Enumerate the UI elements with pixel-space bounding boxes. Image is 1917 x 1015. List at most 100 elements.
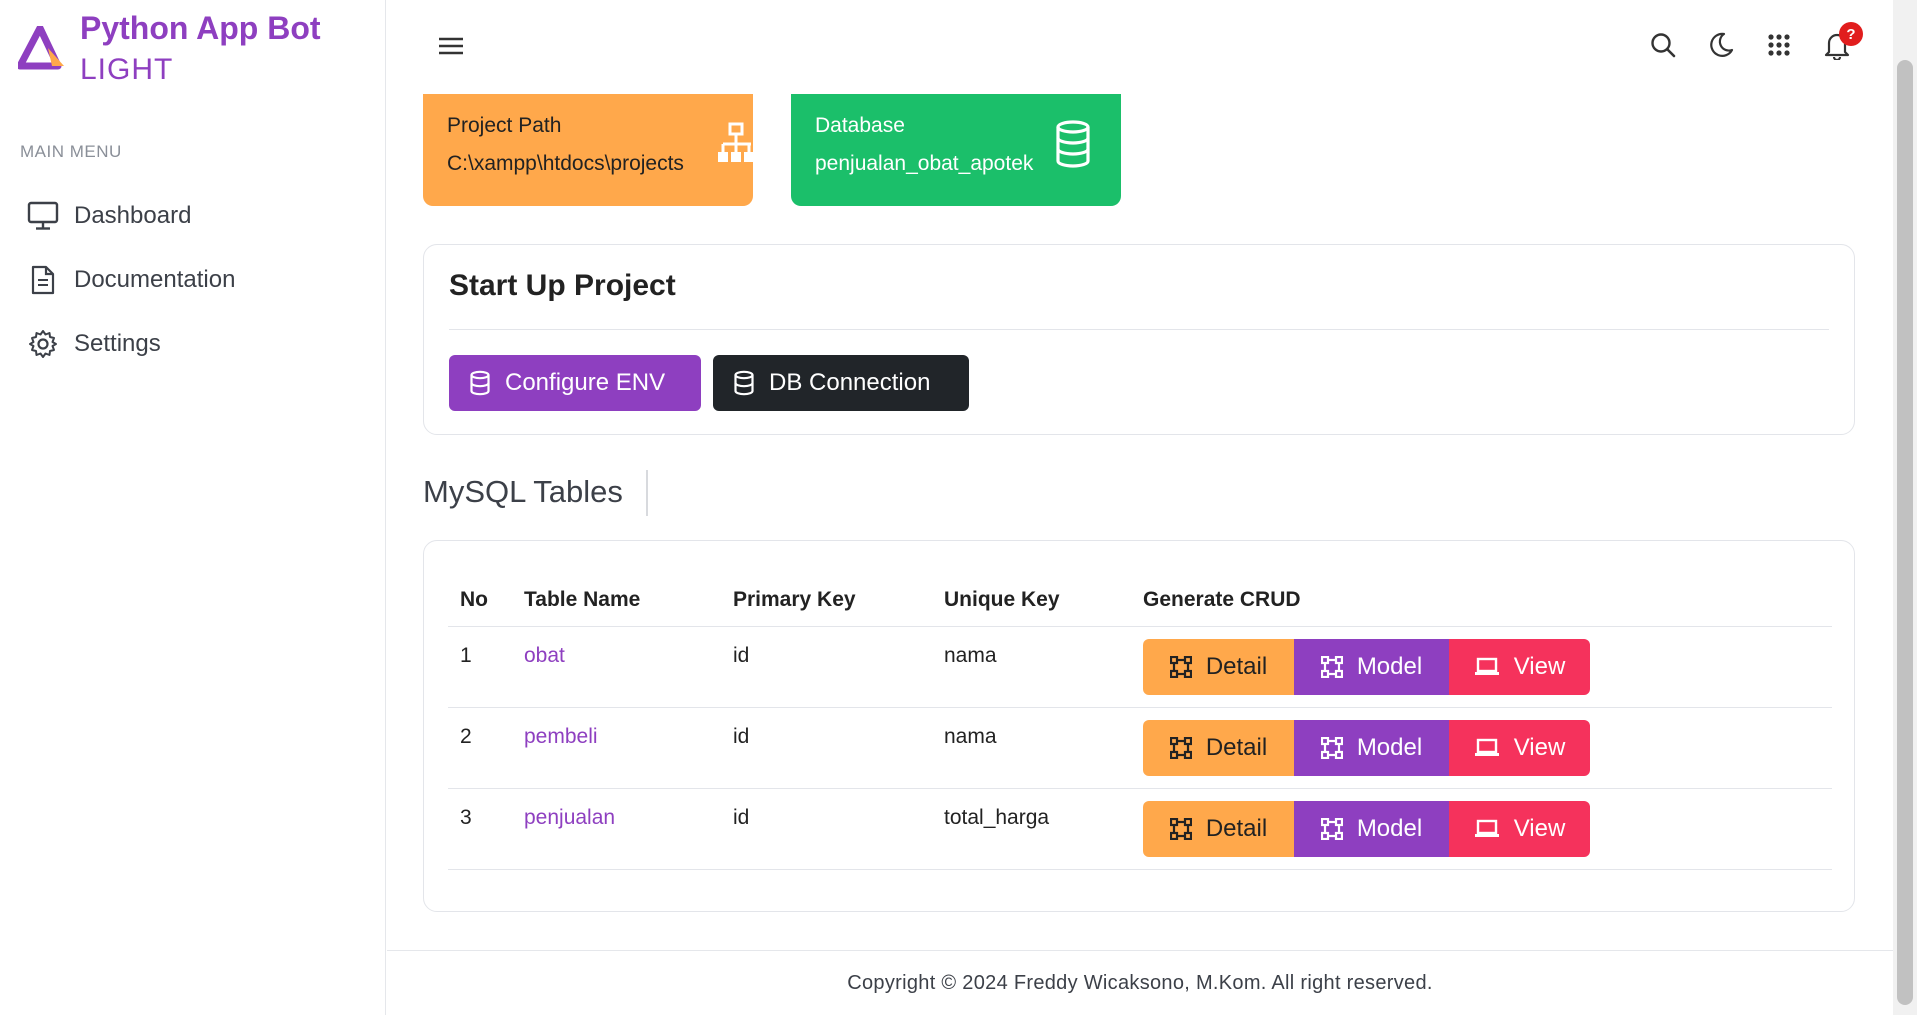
configure-env-button[interactable]: Configure ENV: [449, 355, 701, 411]
crud-button-group: Detail Model View: [1143, 639, 1832, 695]
crud-button-group: Detail Model View: [1143, 720, 1832, 776]
generate-crud-cell: Detail Model View: [1143, 708, 1832, 788]
sidebar: Python App Bot LIGHT MAIN MENU Dashboard…: [0, 0, 386, 1015]
model-label: Model: [1356, 815, 1423, 842]
view-label: View: [1513, 815, 1566, 842]
brand-title: Python App Bot: [80, 10, 321, 46]
table-name-cell: pembeli: [524, 708, 733, 788]
mysql-tables-panel: No Table Name Primary Key Unique Key Gen…: [423, 540, 1855, 912]
model-label: Model: [1356, 734, 1423, 761]
gear-icon: [26, 327, 60, 361]
brand-subtitle: LIGHT: [80, 53, 174, 86]
scrollbar-thumb[interactable]: [1897, 60, 1913, 1005]
logo-icon: [16, 24, 66, 70]
moon-icon[interactable]: [1705, 28, 1737, 62]
project-path-card: Project Path C:\xampp\htdocs\projects: [423, 94, 753, 206]
model-button[interactable]: Model: [1294, 801, 1449, 857]
mysql-tables-title: MySQL Tables: [423, 474, 623, 509]
unique-key-cell: total_harga: [944, 806, 1050, 829]
table-row: 3 penjualan id total_harga Detail Model: [448, 789, 1832, 870]
bell-icon[interactable]: ?: [1821, 22, 1863, 62]
generate-crud-cell: Detail Model View: [1143, 789, 1832, 869]
table-name-cell: obat: [524, 627, 733, 707]
database-icon: [1055, 120, 1091, 173]
table-name-link[interactable]: pembeli: [524, 725, 598, 748]
laptop-icon: [1474, 738, 1500, 758]
notification-badge: ?: [1839, 22, 1863, 46]
vector-square-icon: [1320, 818, 1343, 840]
table-row: 2 pembeli id nama Detail Model View: [448, 708, 1832, 789]
model-label: Model: [1356, 653, 1423, 680]
vertical-scrollbar[interactable]: [1893, 0, 1917, 1015]
detail-button[interactable]: Detail: [1143, 801, 1294, 857]
startup-title: Start Up Project: [449, 269, 676, 302]
monitor-icon: [26, 199, 60, 233]
column-header-generate-crud: Generate CRUD: [1143, 587, 1301, 611]
sidebar-item-label: Settings: [74, 330, 161, 357]
view-button[interactable]: View: [1449, 720, 1590, 776]
vector-square-icon: [1169, 737, 1192, 759]
detail-button[interactable]: Detail: [1143, 639, 1294, 695]
vector-square-icon: [1169, 656, 1192, 678]
column-header-no: No: [460, 587, 488, 611]
vector-square-icon: [1320, 737, 1343, 759]
footer: Copyright © 2024 Freddy Wicaksono, M.Kom…: [387, 950, 1893, 1015]
primary-key-cell: id: [733, 644, 750, 667]
table-header-row: No Table Name Primary Key Unique Key Gen…: [448, 573, 1832, 627]
unique-key-cell: nama: [944, 644, 997, 667]
hamburger-menu-icon[interactable]: [435, 30, 467, 62]
detail-label: Detail: [1205, 653, 1268, 680]
db-connection-label: DB Connection: [769, 369, 931, 396]
main-menu: Dashboard Documentation Settings: [26, 184, 235, 376]
detail-label: Detail: [1205, 815, 1268, 842]
table-row: 1 obat id nama Detail Model View: [448, 627, 1832, 708]
row-number: 1: [460, 644, 472, 667]
sidebar-item-label: Dashboard: [74, 202, 192, 229]
brand[interactable]: Python App Bot LIGHT: [16, 8, 321, 90]
crud-button-group: Detail Model View: [1143, 801, 1832, 857]
sidebar-item-settings[interactable]: Settings: [26, 312, 235, 376]
laptop-icon: [1474, 819, 1500, 839]
column-header-table-name: Table Name: [524, 587, 641, 611]
generate-crud-cell: Detail Model View: [1143, 627, 1832, 707]
db-connection-button[interactable]: DB Connection: [713, 355, 969, 411]
database-icon: [469, 370, 491, 396]
laptop-icon: [1474, 657, 1500, 677]
divider: [449, 329, 1829, 330]
unique-key-cell: nama: [944, 725, 997, 748]
view-button[interactable]: View: [1449, 639, 1590, 695]
project-path-value: C:\xampp\htdocs\projects: [447, 152, 684, 175]
vector-square-icon: [1169, 818, 1192, 840]
detail-button[interactable]: Detail: [1143, 720, 1294, 776]
table-name-link[interactable]: obat: [524, 644, 565, 667]
vector-square-icon: [1320, 656, 1343, 678]
configure-env-label: Configure ENV: [505, 369, 666, 396]
row-number: 2: [460, 725, 472, 748]
database-card: Database penjualan_obat_apotek: [791, 94, 1121, 206]
apps-grid-icon[interactable]: [1763, 28, 1795, 62]
model-button[interactable]: Model: [1294, 720, 1449, 776]
menu-heading: MAIN MENU: [20, 142, 122, 161]
detail-label: Detail: [1205, 734, 1268, 761]
table-name-link[interactable]: penjualan: [524, 806, 615, 829]
table-name-cell: penjualan: [524, 789, 733, 869]
model-button[interactable]: Model: [1294, 639, 1449, 695]
sidebar-item-dashboard[interactable]: Dashboard: [26, 184, 235, 248]
search-icon[interactable]: [1647, 28, 1679, 62]
column-header-primary-key: Primary Key: [733, 587, 856, 611]
database-icon: [733, 370, 755, 396]
project-path-label: Project Path: [447, 114, 562, 137]
copyright-text: Copyright © 2024 Freddy Wicaksono, M.Kom…: [847, 971, 1433, 994]
mysql-tables-table: No Table Name Primary Key Unique Key Gen…: [448, 573, 1832, 870]
topbar: ?: [387, 0, 1893, 92]
sitemap-icon: [717, 122, 753, 171]
topbar-actions: ?: [1647, 22, 1863, 62]
view-label: View: [1513, 734, 1566, 761]
view-label: View: [1513, 653, 1566, 680]
view-button[interactable]: View: [1449, 801, 1590, 857]
primary-key-cell: id: [733, 725, 750, 748]
row-number: 3: [460, 806, 472, 829]
divider: [646, 470, 648, 516]
sidebar-item-documentation[interactable]: Documentation: [26, 248, 235, 312]
column-header-unique-key: Unique Key: [944, 587, 1060, 611]
